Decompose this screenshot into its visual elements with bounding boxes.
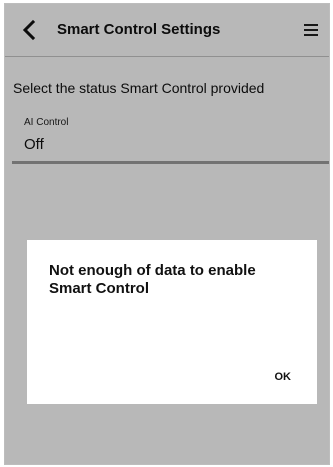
alert-dialog: Not enough of data to enable Smart Contr… [27,240,317,404]
modal-overlay: Not enough of data to enable Smart Contr… [5,4,329,464]
ok-button[interactable]: OK [275,371,292,383]
app-screen: Smart Control Settings Select the status… [4,3,330,465]
dialog-message: Not enough of data to enable Smart Contr… [49,262,256,297]
